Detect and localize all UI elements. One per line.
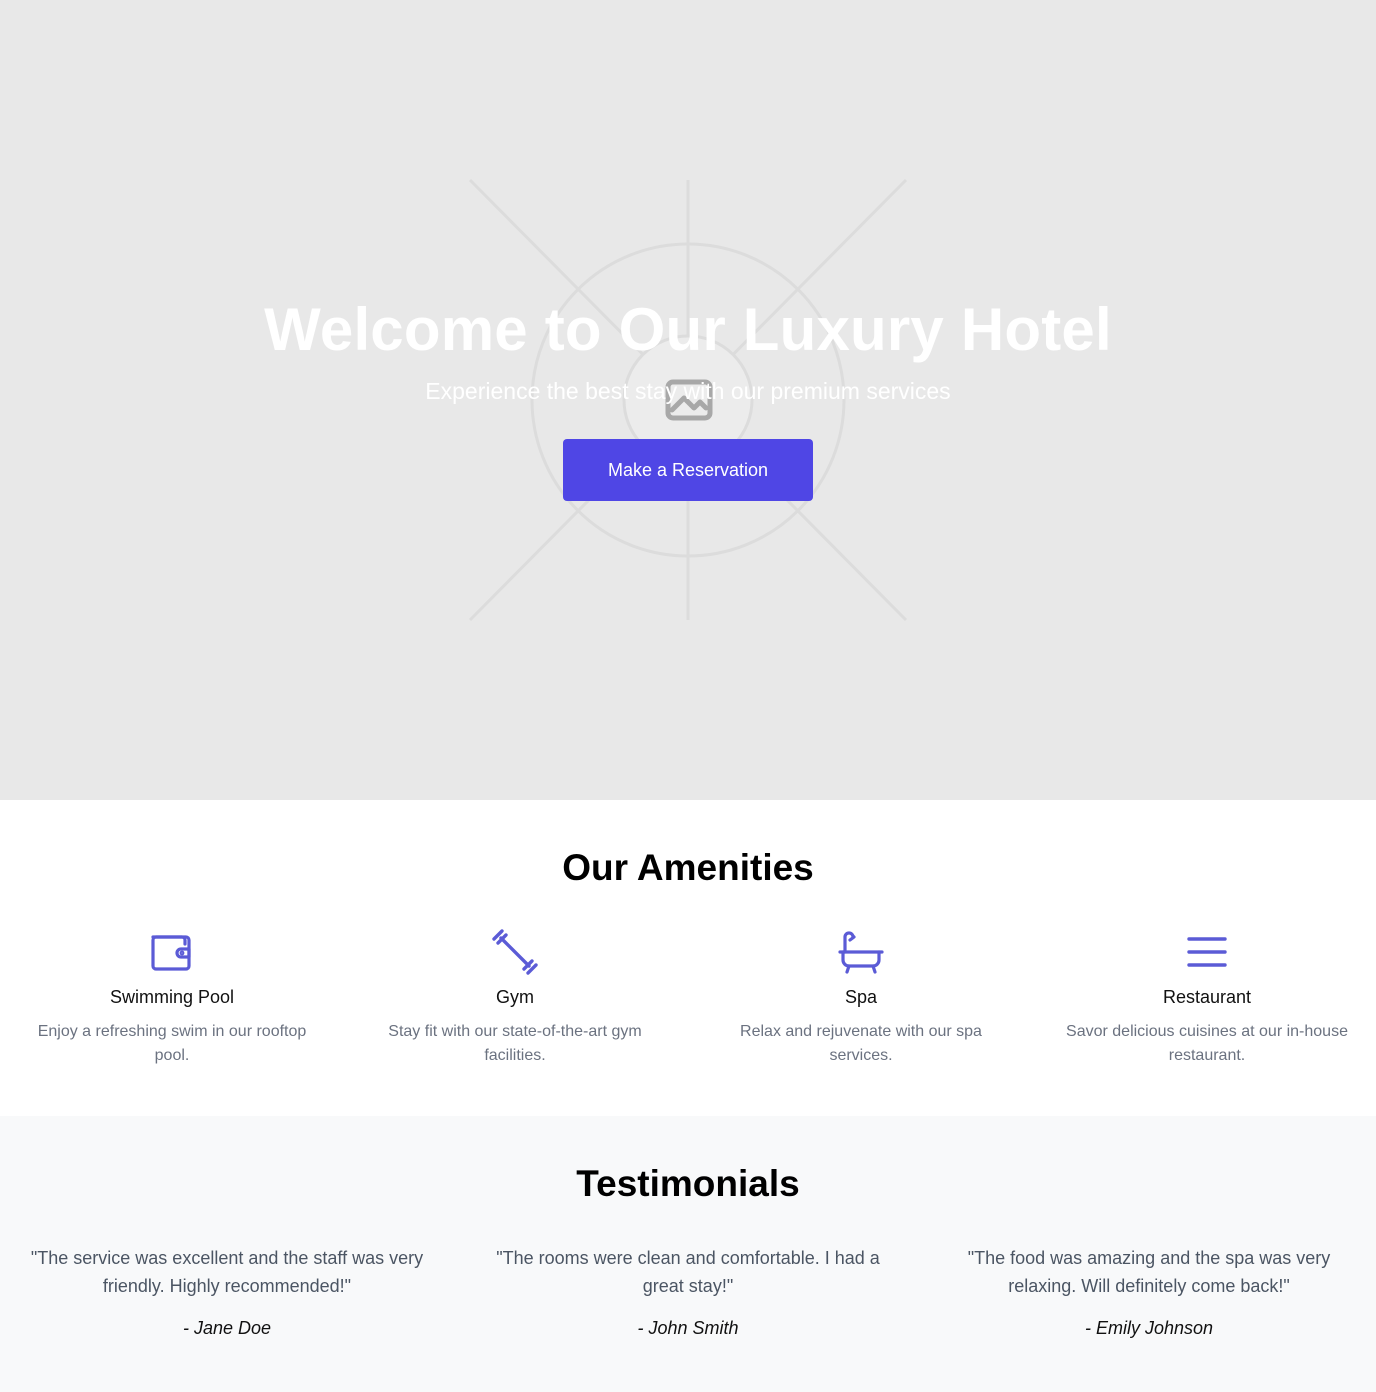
testimonials-section: Testimonials "The service was excellent … bbox=[0, 1116, 1376, 1392]
amenity-name: Restaurant bbox=[1162, 987, 1252, 1007]
amenity-name: Spa bbox=[844, 987, 878, 1007]
hero-title: Welcome to Our Luxury Hotel bbox=[264, 296, 1112, 363]
testimonial-quote: "The rooms were clean and comfortable. I… bbox=[496, 1248, 880, 1296]
testimonial-card: "The service was excellent and the staff… bbox=[30, 1244, 424, 1340]
testimonial-card: "The food was amazing and the spa was ve… bbox=[948, 1244, 1350, 1340]
hero-section: Welcome to Our Luxury Hotel Experience t… bbox=[0, 0, 1376, 800]
amenity-name: Swimming Pool bbox=[109, 987, 235, 1007]
testimonial-author: - John Smith bbox=[637, 1318, 739, 1338]
amenity-description: Savor delicious cuisines at our in-house… bbox=[1066, 1023, 1348, 1064]
amenity-description: Enjoy a refreshing swim in our rooftop p… bbox=[37, 1023, 307, 1064]
make-reservation-button[interactable]: Make a Reservation bbox=[563, 439, 813, 501]
hero-subtitle: Experience the best stay with our premiu… bbox=[425, 378, 951, 404]
wallet-icon bbox=[151, 935, 191, 971]
amenity-item-spa: Spa Relax and rejuvenate with our spa se… bbox=[689, 928, 1033, 1068]
dumbbell-icon bbox=[492, 929, 538, 975]
testimonial-author: - Jane Doe bbox=[182, 1318, 272, 1338]
amenity-item-restaurant: Restaurant Savor delicious cuisines at o… bbox=[1035, 928, 1376, 1068]
hero-content: Welcome to Our Luxury Hotel Experience t… bbox=[0, 0, 1376, 800]
testimonial-quote: "The service was excellent and the staff… bbox=[30, 1248, 424, 1296]
testimonial-card: "The rooms were clean and comfortable. I… bbox=[478, 1244, 898, 1340]
amenities-section: Our Amenities Swimming Pool Enjoy a refr… bbox=[0, 800, 1376, 1116]
testimonial-author: - Emily Johnson bbox=[1084, 1318, 1214, 1338]
amenity-name: Gym bbox=[496, 987, 534, 1007]
amenity-item-gym: Gym Stay fit with our state-of-the-art g… bbox=[343, 928, 687, 1068]
amenity-item-swimming-pool: Swimming Pool Enjoy a refreshing swim in… bbox=[0, 928, 344, 1068]
menu-icon bbox=[1187, 937, 1227, 967]
testimonial-quote: "The food was amazing and the spa was ve… bbox=[967, 1248, 1331, 1296]
amenity-description: Relax and rejuvenate with our spa servic… bbox=[740, 1023, 982, 1064]
testimonials-title: Testimonials bbox=[576, 1163, 800, 1204]
bathtub-icon bbox=[838, 931, 884, 974]
amenities-title: Our Amenities bbox=[562, 847, 814, 888]
amenity-description: Stay fit with our state-of-the-art gym f… bbox=[388, 1023, 642, 1064]
